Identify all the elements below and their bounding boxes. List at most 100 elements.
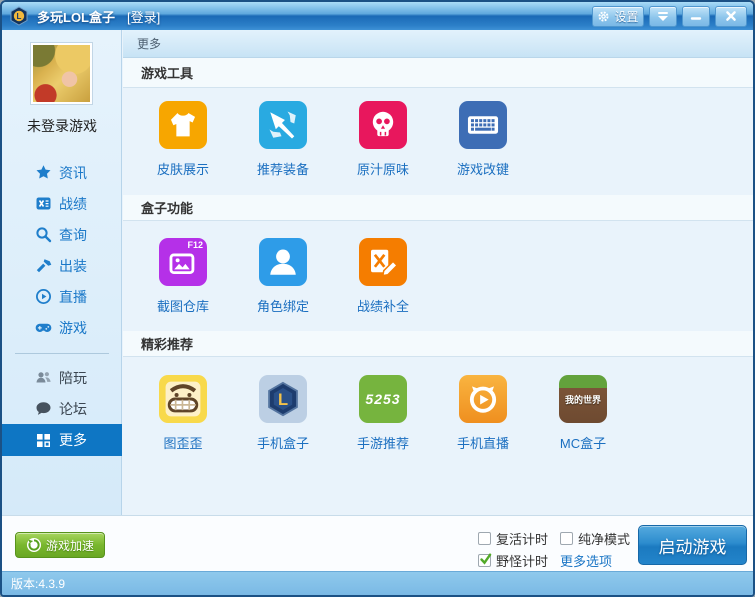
game-tools-row: 皮肤展示 推荐装备 (123, 88, 753, 195)
launch-game-button[interactable]: 启动游戏 (638, 525, 747, 565)
section-header-game-tools: 游戏工具 (123, 58, 753, 88)
grid-icon (35, 432, 52, 449)
tile-label: 手机直播 (457, 433, 509, 452)
checkbox-label: 复活计时 (496, 529, 548, 548)
tile-screenshot-library[interactable]: F12 截图仓库 (133, 238, 233, 331)
tile-mobile-live[interactable]: 手机直播 (433, 375, 533, 452)
tile-label: 战绩补全 (357, 296, 409, 315)
hammer-icon (35, 257, 52, 274)
tile-mobile-games[interactable]: 5253 手游推荐 (333, 375, 433, 452)
f12-badge: F12 (187, 240, 203, 250)
chevron-down-icon (658, 12, 668, 21)
doc-pencil-icon (365, 244, 401, 280)
settings-button[interactable]: 设置 (592, 6, 644, 27)
tile-label: 角色绑定 (257, 296, 309, 315)
checkbox-label: 野怪计时 (496, 551, 548, 570)
gamepad-icon (35, 319, 52, 336)
funny-face-icon (161, 377, 205, 421)
scorecard-icon (35, 195, 52, 212)
keyboard-icon (464, 106, 502, 144)
version-text: 版本:4.3.9 (11, 575, 65, 592)
tile-key-remap[interactable]: 游戏改键 (433, 101, 533, 195)
tile-label: 推荐装备 (257, 159, 309, 178)
sidebar-item-label: 游戏 (59, 318, 87, 338)
login-link[interactable]: [登录] (127, 7, 160, 26)
content-tab-more[interactable]: 更多 (137, 35, 161, 52)
sidebar-item-match-history[interactable]: 战绩 (2, 188, 122, 219)
launch-label: 启动游戏 (659, 533, 727, 558)
sidebar-item-label: 论坛 (59, 399, 87, 419)
sidebar-item-live[interactable]: 直播 (2, 281, 122, 312)
checkbox-revive-timer[interactable]: 复活计时 (478, 529, 548, 548)
close-button[interactable] (715, 6, 747, 27)
screenshot-icon (166, 245, 200, 279)
checkbox-pure-mode[interactable]: 纯净模式 (560, 529, 630, 548)
sidebar-item-forum[interactable]: 论坛 (2, 393, 122, 424)
section-title: 盒子功能 (141, 198, 193, 217)
tile-label: 皮肤展示 (157, 159, 209, 178)
main-content: 更多 游戏工具 皮肤展示 (123, 30, 753, 515)
play-circle-icon (35, 288, 52, 305)
status-bar: 版本:4.3.9 (2, 571, 753, 595)
tile-tuwaiwai[interactable]: 图歪歪 (133, 375, 233, 452)
tile-mobile-box[interactable]: L 手机盒子 (233, 375, 333, 452)
checkbox-jungle-timer[interactable]: 野怪计时 (478, 551, 548, 570)
tile-mc-box[interactable]: 我的世界 MC盒子 (533, 375, 633, 452)
tile-label: 游戏改键 (457, 159, 509, 178)
minimize-button[interactable] (682, 6, 710, 27)
sidebar-item-label: 陪玩 (59, 368, 87, 388)
checkmark-icon (479, 552, 493, 566)
footer-bar: 游戏加速 复活计时 纯净模式 野怪计时 更多选项 启动游戏 (2, 515, 753, 571)
checkbox-box (478, 532, 491, 545)
play-tv-icon (463, 379, 503, 419)
game-accelerate-button[interactable]: 游戏加速 (15, 532, 105, 558)
avatar-frame (30, 42, 93, 105)
checkbox-label: 纯净模式 (578, 529, 630, 548)
window-title: 多玩LOL盒子 (37, 7, 115, 26)
section-title: 精彩推荐 (141, 334, 193, 353)
tile-label: 手游推荐 (357, 433, 409, 452)
more-options-link[interactable]: 更多选项 (560, 551, 612, 570)
skin-menu-button[interactable] (649, 6, 677, 27)
tile-original-flavor[interactable]: 原汁原味 (333, 101, 433, 195)
sidebar-item-games[interactable]: 游戏 (2, 312, 122, 343)
star-icon (35, 164, 52, 181)
avatar (33, 45, 90, 102)
5253-logo-icon: 5253 (359, 375, 407, 423)
minecraft-text: 我的世界 (565, 393, 601, 406)
sidebar-item-builds[interactable]: 出装 (2, 250, 122, 281)
minecraft-block-icon: 我的世界 (559, 375, 607, 423)
tile-skin-display[interactable]: 皮肤展示 (133, 101, 233, 195)
tile-label: 原汁原味 (357, 159, 409, 178)
app-window: L 多玩LOL盒子 [登录] 设置 (0, 0, 755, 597)
chat-bubble-icon (35, 400, 52, 417)
search-icon (35, 226, 52, 243)
close-icon (725, 10, 737, 22)
section-title: 游戏工具 (141, 63, 193, 82)
titlebar: L 多玩LOL盒子 [登录] 设置 (2, 2, 753, 30)
section-header-recommendations: 精彩推荐 (123, 331, 753, 357)
sidebar-item-label: 查询 (59, 225, 87, 245)
tile-record-completion[interactable]: 战绩补全 (333, 238, 433, 331)
box-functions-row: F12 截图仓库 角色绑定 (123, 221, 753, 331)
content-tab-bar: 更多 (123, 30, 753, 58)
sidebar-item-more[interactable]: 更多 (2, 424, 122, 456)
tile-recommended-gear[interactable]: 推荐装备 (233, 101, 333, 195)
lol-hexagon-icon: L (261, 377, 305, 421)
tile-label: 截图仓库 (157, 296, 209, 315)
person-icon (265, 244, 301, 280)
sidebar-item-companion[interactable]: 陪玩 (2, 362, 122, 393)
people-icon (35, 369, 52, 386)
tile-character-binding[interactable]: 角色绑定 (233, 238, 333, 331)
sidebar-menu: 资讯 战绩 查询 (2, 157, 122, 343)
tshirt-icon (166, 108, 200, 142)
sidebar-item-label: 资讯 (59, 163, 87, 183)
sidebar-item-search[interactable]: 查询 (2, 219, 122, 250)
5253-text: 5253 (365, 391, 400, 407)
app-logo-icon: L (9, 6, 29, 26)
accelerate-label: 游戏加速 (46, 537, 94, 554)
sidebar-item-label: 更多 (59, 430, 87, 450)
sidebar-item-news[interactable]: 资讯 (2, 157, 122, 188)
gear-icon (597, 10, 610, 23)
sidebar-item-label: 战绩 (59, 194, 87, 214)
